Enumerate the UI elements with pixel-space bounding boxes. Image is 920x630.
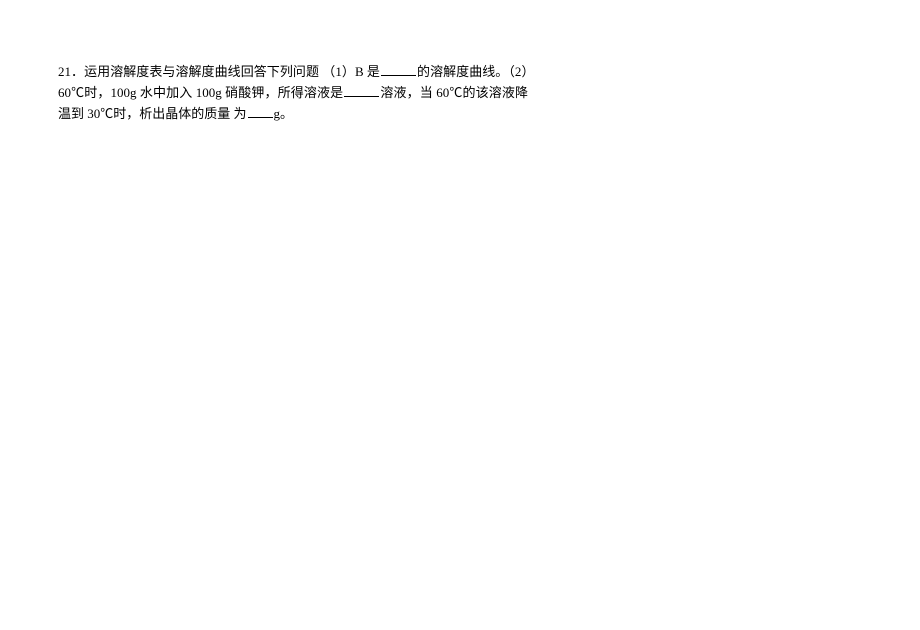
part1-label: （1）B 是 [322,64,380,79]
blank-1 [381,62,416,76]
blank-3 [248,104,273,118]
part1-suffix: 的溶解度曲线。 [417,64,508,79]
intro-text: 运用溶解度表与溶解度曲线回答下列问题 [84,64,322,79]
question-number: 21 [58,64,71,79]
blank-2 [344,83,379,97]
question-content: 21．运用溶解度表与溶解度曲线回答下列问题 （1）B 是的溶解度曲线。（2）60… [58,62,528,124]
separator: ． [71,64,84,79]
line3-prefix: 为 [234,106,247,121]
line3-suffix: g。 [274,106,294,121]
line2-prefix: 水中加入 100g 硝酸钾，所得溶液是 [140,85,343,100]
